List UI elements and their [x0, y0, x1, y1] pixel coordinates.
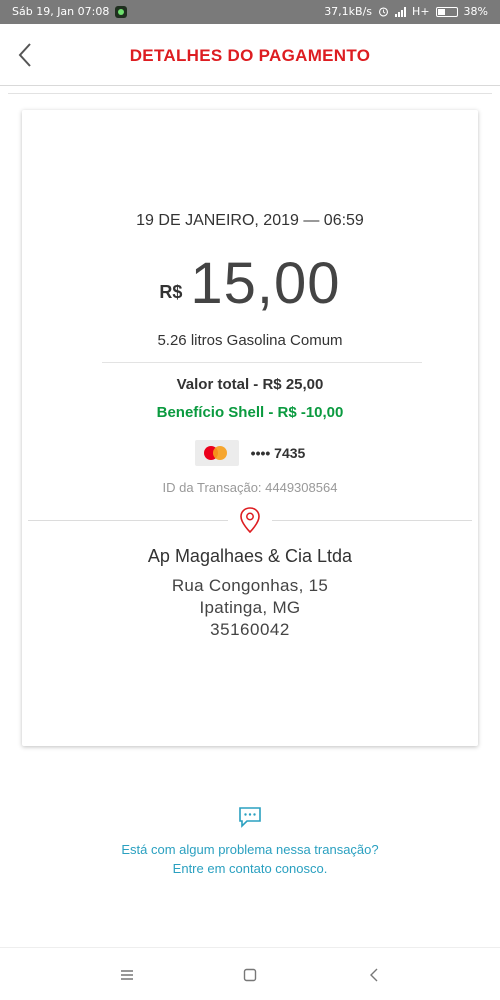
back-arrow-icon: [370, 968, 378, 982]
payment-method: •••• 7435: [22, 440, 478, 466]
status-left: Sáb 19, Jan 07:08: [12, 5, 128, 18]
status-bar: Sáb 19, Jan 07:08 37,1kB/s H+ 38%: [0, 0, 500, 24]
notification-icon: [115, 5, 128, 18]
page-title: DETALHES DO PAGAMENTO: [129, 46, 371, 65]
network-speed: 37,1kB/s: [324, 5, 373, 18]
status-time: Sáb 19, Jan 07:08: [12, 5, 110, 18]
battery-level: 38%: [463, 5, 488, 18]
battery-icon: [435, 6, 458, 17]
total-value: Valor total - R$ 25,00: [176, 376, 324, 393]
nav-back-button[interactable]: [362, 964, 386, 986]
payment-date: 19 DE JANEIRO, 2019 — 06:59: [136, 212, 364, 229]
help-question: Está com algum problema nessa transação?: [121, 842, 379, 857]
chat-icon[interactable]: [238, 806, 262, 828]
amount-block: R$ 15,00: [22, 250, 478, 317]
merchant-name: Ap Magalhaes & Cia Ltda: [147, 546, 353, 566]
divider: [102, 362, 422, 363]
location-pin-icon: [240, 507, 260, 534]
menu-button[interactable]: [115, 964, 139, 986]
fuel-liters: 5.26 litros Gasolina Comum: [157, 332, 343, 349]
alarm-icon: [379, 7, 389, 17]
app-header: DETALHES DO PAGAMENTO: [0, 24, 500, 86]
signal-icon: [395, 6, 407, 17]
card-number: •••• 7435: [250, 445, 306, 461]
home-button[interactable]: [238, 964, 262, 986]
menu-icon: [121, 970, 133, 980]
divider: [8, 93, 492, 94]
help-link[interactable]: Está com algum problema nessa transação?…: [0, 840, 500, 878]
help-contact: Entre em contato conosco.: [172, 861, 328, 876]
status-right: 37,1kB/s H+ 38%: [324, 5, 488, 18]
network-type: H+: [412, 5, 430, 18]
system-nav-bar: [0, 947, 500, 1000]
payment-amount: 15,00: [190, 251, 341, 316]
shell-benefit: Benefício Shell - R$ -10,00: [156, 404, 344, 421]
divider: [28, 520, 228, 521]
merchant-city: Ipatinga, MG: [199, 598, 301, 617]
payment-card: 19 DE JANEIRO, 2019 — 06:59 R$ 15,00 5.2…: [22, 110, 478, 746]
merchant-street: Rua Congonhas, 15: [171, 576, 329, 595]
currency-symbol: R$: [159, 282, 183, 302]
transaction-id: ID da Transação: 4449308564: [162, 480, 338, 495]
mastercard-icon: [194, 440, 239, 466]
home-icon: [243, 968, 257, 982]
divider: [272, 520, 472, 521]
merchant-zip: 35160042: [210, 620, 290, 639]
